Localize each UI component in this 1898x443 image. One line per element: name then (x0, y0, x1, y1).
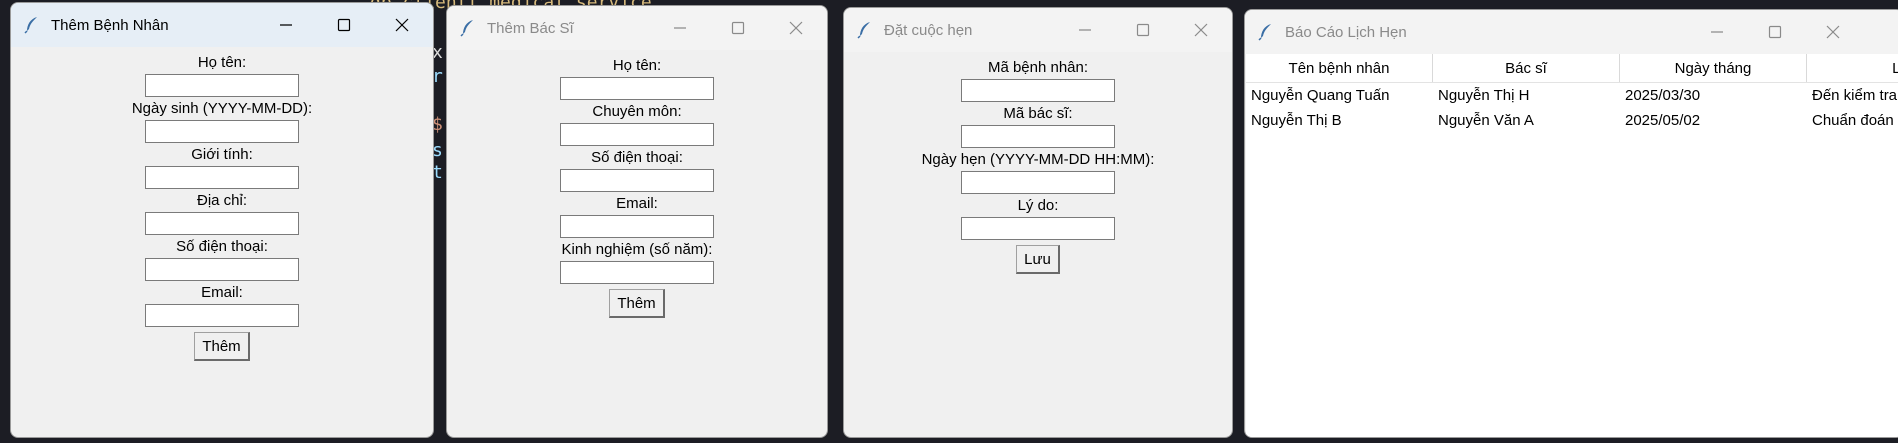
save-appointment-button[interactable]: Lưu (1016, 245, 1060, 274)
window-title: Báo Cáo Lịch Hẹn (1285, 23, 1407, 41)
address-input[interactable] (145, 212, 299, 235)
report-window: Báo Cáo Lịch Hẹn Tên bệnh nhân Bác sĩ Ng… (1244, 9, 1898, 438)
appointment-titlebar[interactable]: Đặt cuộc hẹn (844, 8, 1232, 52)
phone-input[interactable] (145, 258, 299, 281)
full-name-input[interactable] (560, 77, 714, 100)
maximize-button[interactable] (709, 6, 767, 50)
close-icon (395, 18, 409, 32)
window-title: Thêm Bác Sĩ (487, 19, 574, 37)
cell-patient-name: Nguyễn Quang Tuấn (1251, 87, 1390, 104)
maximize-icon (1768, 25, 1782, 39)
maximize-icon (337, 18, 351, 32)
field-label-specialty: Chuyên môn: (592, 103, 682, 120)
close-button[interactable] (1172, 8, 1230, 52)
minimize-button[interactable] (257, 3, 315, 47)
feather-icon (856, 21, 874, 39)
close-button[interactable] (1804, 10, 1862, 54)
column-header-patient-name[interactable]: Tên bệnh nhân (1246, 54, 1433, 82)
add-patient-button[interactable]: Thêm (194, 332, 250, 361)
gender-input[interactable] (145, 166, 299, 189)
cell-date: 2025/05/02 (1625, 112, 1701, 129)
column-header-reason[interactable]: Lý (1807, 54, 1898, 82)
cell-doctor: Nguyễn Thị H (1438, 87, 1530, 104)
reason-input[interactable] (961, 217, 1115, 240)
minimize-button[interactable] (1056, 8, 1114, 52)
minimize-icon (1079, 29, 1091, 31)
desktop: db client["medical_service x r $ s t mod… (0, 0, 1898, 443)
window-title: Đặt cuộc hẹn (884, 21, 973, 39)
close-button[interactable] (767, 6, 825, 50)
cell-reason: Đến kiểm tra (1812, 87, 1898, 104)
doctor-form: Họ tên: Chuyên môn: Số điện thoại: Email… (447, 50, 827, 318)
birthdate-input[interactable] (145, 120, 299, 143)
specialty-input[interactable] (560, 123, 714, 146)
cell-doctor: Nguyễn Văn A (1438, 112, 1534, 129)
full-name-input[interactable] (145, 74, 299, 97)
email-input[interactable] (145, 304, 299, 327)
patient-window: Thêm Bệnh Nhân Họ tên: Ngày sinh (YYYY-M… (10, 2, 434, 438)
table-row[interactable]: Nguyễn Quang Tuấn Nguyễn Thị H 2025/03/3… (1246, 83, 1898, 108)
field-label-email: Email: (616, 195, 658, 212)
minimize-icon (280, 24, 292, 26)
field-label-doctor-id: Mã bác sĩ: (1003, 105, 1073, 122)
feather-icon (1257, 23, 1275, 41)
column-header-date[interactable]: Ngày tháng (1620, 54, 1807, 82)
minimize-button[interactable] (1688, 10, 1746, 54)
table-row[interactable]: Nguyễn Thị B Nguyễn Văn A 2025/05/02 Chu… (1246, 108, 1898, 133)
patient-id-input[interactable] (961, 79, 1115, 102)
appointment-window: Đặt cuộc hẹn Mã bệnh nhân: Mã bác sĩ: Ng… (843, 7, 1233, 438)
doctor-window: Thêm Bác Sĩ Họ tên: Chuyên môn: Số điện … (446, 5, 828, 438)
table-header: Tên bệnh nhân Bác sĩ Ngày tháng Lý (1246, 54, 1898, 83)
experience-input[interactable] (560, 261, 714, 284)
field-label-phone: Số điện thoại: (176, 238, 268, 255)
appointment-form: Mã bệnh nhân: Mã bác sĩ: Ngày hẹn (YYYY-… (844, 52, 1232, 274)
field-label-birthdate: Ngày sinh (YYYY-MM-DD): (131, 100, 313, 117)
feather-icon (459, 19, 477, 37)
add-doctor-button[interactable]: Thêm (609, 289, 665, 318)
maximize-icon (731, 21, 745, 35)
maximize-button[interactable] (1114, 8, 1172, 52)
close-icon (1194, 23, 1208, 37)
minimize-icon (1711, 31, 1723, 33)
field-label-email: Email: (201, 284, 243, 301)
field-label-patient-id: Mã bệnh nhân: (987, 59, 1089, 76)
field-label-address: Địa chỉ: (196, 192, 248, 209)
field-label-full-name: Họ tên: (197, 54, 247, 71)
column-header-doctor[interactable]: Bác sĩ (1433, 54, 1620, 82)
cell-patient-name: Nguyễn Thị B (1251, 112, 1342, 129)
phone-input[interactable] (560, 169, 714, 192)
cell-date: 2025/03/30 (1625, 87, 1701, 104)
field-label-experience: Kinh nghiệm (số năm): (561, 241, 713, 258)
field-label-full-name: Họ tên: (612, 57, 662, 74)
minimize-icon (674, 27, 686, 29)
field-label-phone: Số điện thoại: (591, 149, 683, 166)
cell-reason: Chuẩn đoán (1812, 112, 1894, 129)
close-icon (789, 21, 803, 35)
appointments-table[interactable]: Tên bệnh nhân Bác sĩ Ngày tháng Lý Nguyễ… (1246, 54, 1898, 437)
patient-form: Họ tên: Ngày sinh (YYYY-MM-DD): Giới tín… (11, 47, 433, 361)
maximize-icon (1136, 23, 1150, 37)
patient-titlebar[interactable]: Thêm Bệnh Nhân (11, 3, 433, 47)
field-label-gender: Giới tính: (191, 146, 253, 163)
doctor-id-input[interactable] (961, 125, 1115, 148)
minimize-button[interactable] (651, 6, 709, 50)
report-titlebar[interactable]: Báo Cáo Lịch Hẹn (1245, 10, 1898, 54)
feather-icon (23, 16, 41, 34)
maximize-button[interactable] (1746, 10, 1804, 54)
field-label-appointment-date: Ngày hẹn (YYYY-MM-DD HH:MM): (921, 151, 1155, 168)
field-label-reason: Lý do: (1017, 197, 1059, 214)
email-input[interactable] (560, 215, 714, 238)
doctor-titlebar[interactable]: Thêm Bác Sĩ (447, 6, 827, 50)
window-title: Thêm Bệnh Nhân (51, 16, 169, 34)
maximize-button[interactable] (315, 3, 373, 47)
close-icon (1826, 25, 1840, 39)
close-button[interactable] (373, 3, 431, 47)
appointment-date-input[interactable] (961, 171, 1115, 194)
